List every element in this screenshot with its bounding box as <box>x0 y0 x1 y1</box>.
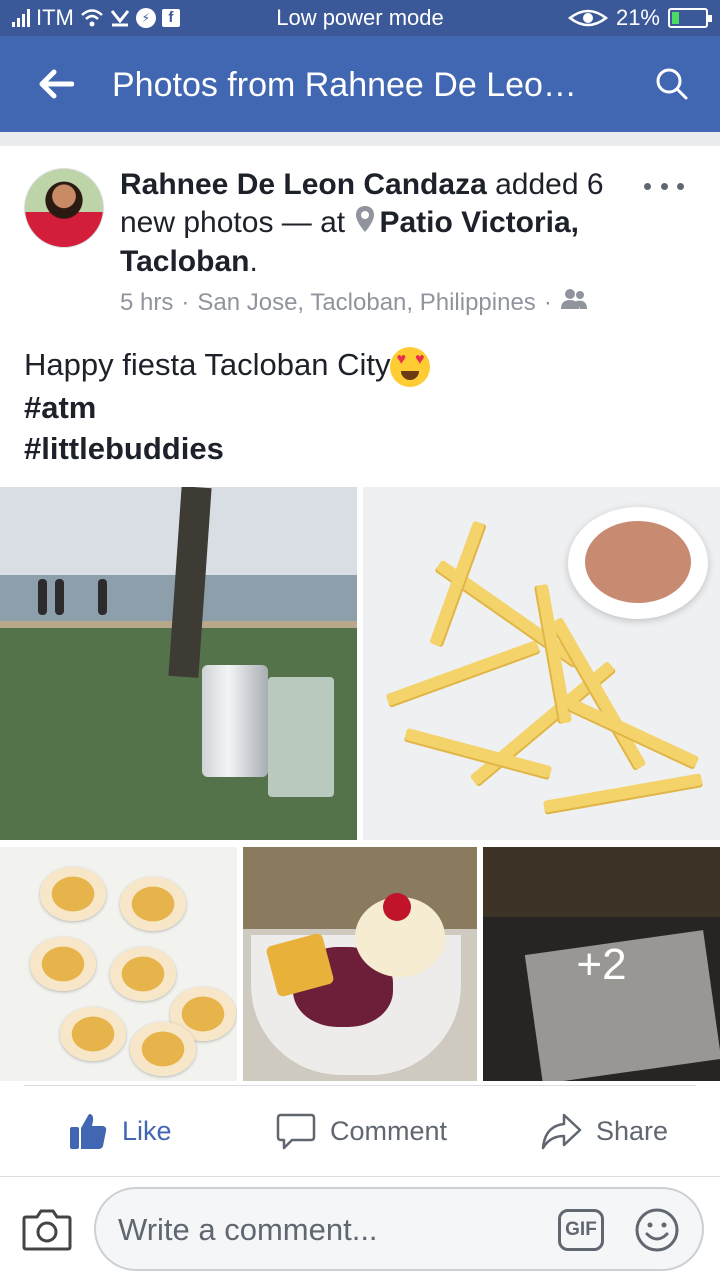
share-arrow-icon <box>541 1113 582 1150</box>
emoji-button[interactable] <box>634 1207 680 1253</box>
post-header: Rahnee De Leon Candaza added 6 new photo… <box>120 166 620 281</box>
photo-halo-halo[interactable] <box>243 847 477 1081</box>
author-name[interactable]: Rahnee De Leon Candaza <box>120 168 487 201</box>
post-caption: Happy fiesta Tacloban City #atm #littleb… <box>24 344 704 469</box>
battery-percent: 21% <box>615 5 660 30</box>
comment-button[interactable]: Comment <box>276 1106 447 1156</box>
comment-label: Comment <box>330 1115 448 1146</box>
search-button[interactable] <box>648 60 696 108</box>
back-button[interactable] <box>30 60 82 108</box>
app-bar: Photos from Rahnee De Leo… <box>0 36 720 132</box>
post-meta: 5 hrs · San Jose, Tacloban, Philippines … <box>120 288 588 318</box>
post-card: Rahnee De Leon Candaza added 6 new photo… <box>0 146 720 1176</box>
like-button[interactable]: Like <box>68 1106 172 1156</box>
friends-icon <box>560 288 588 318</box>
camera-button[interactable] <box>22 1207 72 1251</box>
status-bar: ITM ⚡ f Low power mode 21% <box>0 0 720 36</box>
share-label: Share <box>596 1115 669 1146</box>
photo-more[interactable]: +2 <box>483 847 720 1081</box>
header-period: . <box>249 245 258 279</box>
more-photos-count: +2 <box>576 940 627 989</box>
hashtag-atm[interactable]: #atm <box>24 387 704 428</box>
heart-eyes-emoji-icon <box>390 346 431 387</box>
like-label: Like <box>122 1115 172 1146</box>
photo-beach-drink[interactable] <box>0 487 357 840</box>
battery-icon <box>668 8 712 28</box>
post-time[interactable]: 5 hrs <box>120 288 173 318</box>
comment-composer: Write a comment... GIF <box>0 1176 720 1280</box>
search-icon <box>656 68 688 100</box>
comment-bubble-icon <box>276 1113 316 1150</box>
comment-input[interactable]: Write a comment... GIF <box>94 1187 704 1271</box>
avatar[interactable] <box>24 168 104 248</box>
comment-placeholder: Write a comment... <box>118 1212 378 1247</box>
back-arrow-icon <box>39 69 74 99</box>
photo-french-fries[interactable] <box>363 487 720 840</box>
post-location: San Jose, Tacloban, Philippines <box>197 289 536 316</box>
location-pin-icon <box>355 205 375 243</box>
photo-scallops[interactable] <box>0 847 237 1081</box>
meta-separator: · <box>181 289 190 316</box>
share-button[interactable]: Share <box>540 1106 668 1156</box>
thumbs-up-icon <box>70 1114 107 1149</box>
hashtag-littlebuddies[interactable]: #littlebuddies <box>24 428 704 469</box>
status-right: 21% <box>567 4 712 32</box>
more-options-button[interactable] <box>644 176 684 196</box>
post-actions: Like Comment Share <box>0 1086 720 1176</box>
meta-separator: · <box>543 289 552 316</box>
page-title: Photos from Rahnee De Leo… <box>112 66 577 104</box>
smiley-icon <box>635 1208 679 1252</box>
caption-text: Happy fiesta Tacloban City <box>24 347 391 382</box>
eye-icon <box>567 8 608 28</box>
camera-icon <box>22 1209 72 1251</box>
gif-button[interactable]: GIF <box>558 1209 604 1251</box>
